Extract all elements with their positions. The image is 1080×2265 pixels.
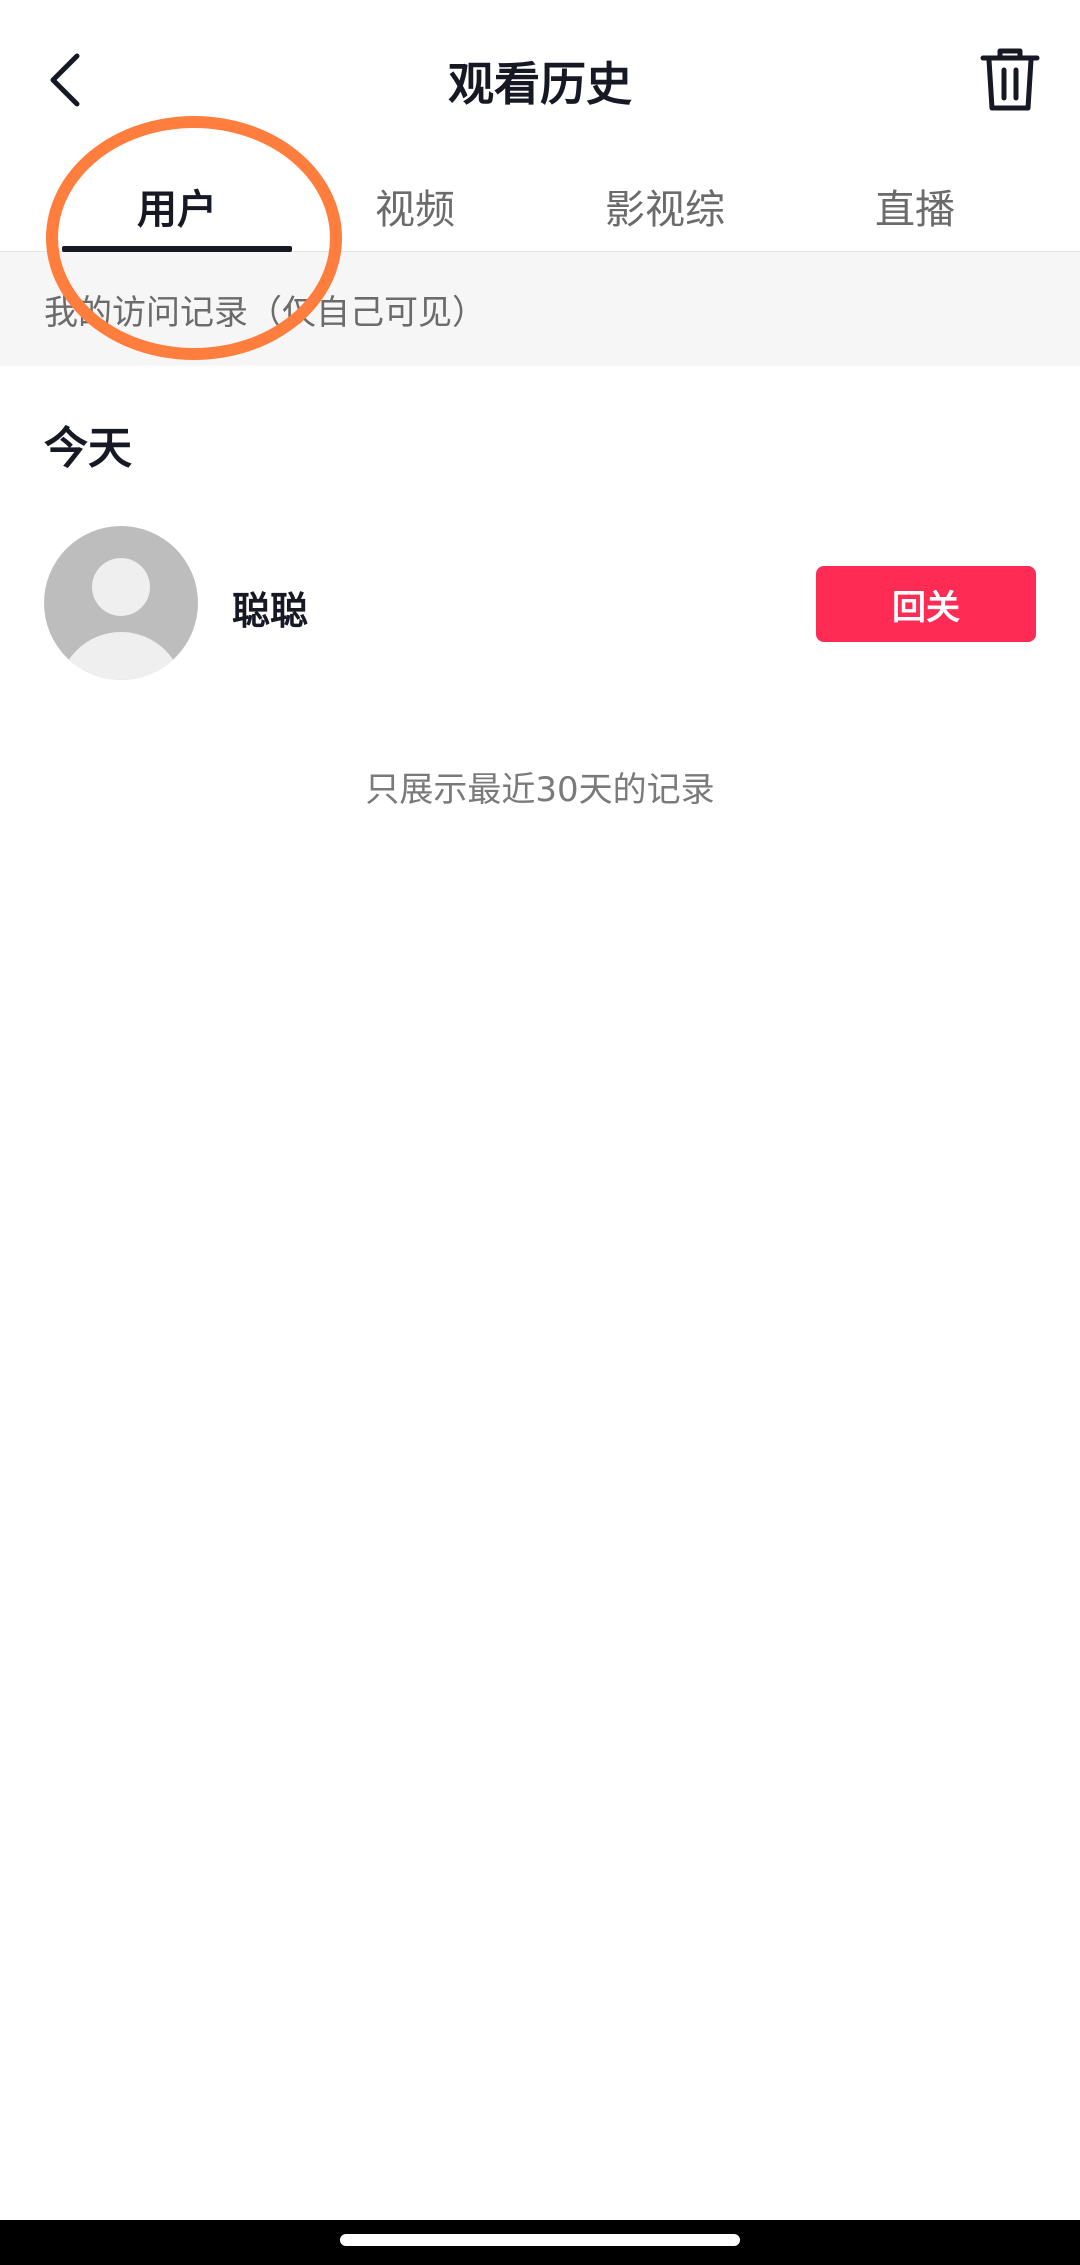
history-tabs: 用户 视频 影视综 直播 — [0, 160, 1080, 252]
avatar[interactable] — [44, 526, 198, 680]
chevron-left-icon — [50, 53, 80, 107]
avatar-head — [92, 558, 150, 616]
tab-videos[interactable]: 视频 — [290, 160, 540, 252]
tab-live[interactable]: 直播 — [790, 160, 1040, 252]
header: 观看历史 — [0, 0, 1080, 160]
trash-icon — [980, 48, 1040, 111]
home-indicator[interactable] — [340, 2234, 740, 2246]
watch-history-page: 观看历史 用户 视频 影视综 直播 我的访问记录（仅自己可见） 今天 聪聪 回关… — [0, 0, 1080, 2265]
user-name[interactable]: 聪聪 — [232, 580, 308, 635]
follow-back-button[interactable]: 回关 — [816, 566, 1036, 642]
visit-record-banner: 我的访问记录（仅自己可见） — [0, 252, 1080, 366]
delete-history-button[interactable] — [970, 40, 1050, 120]
avatar-body — [58, 632, 184, 680]
bottom-system-bar — [0, 2220, 1080, 2265]
back-button[interactable] — [30, 40, 100, 120]
section-title-today: 今天 — [44, 423, 132, 474]
list-item[interactable]: 聪聪 回关 — [0, 520, 1080, 680]
tab-users[interactable]: 用户 — [52, 160, 302, 252]
records-limit-note: 只展示最近30天的记录 — [365, 770, 715, 810]
banner-text: 我的访问记录（仅自己可见） — [44, 292, 486, 333]
tab-film-tv[interactable]: 影视综 — [540, 160, 790, 252]
page-title: 观看历史 — [448, 57, 632, 111]
